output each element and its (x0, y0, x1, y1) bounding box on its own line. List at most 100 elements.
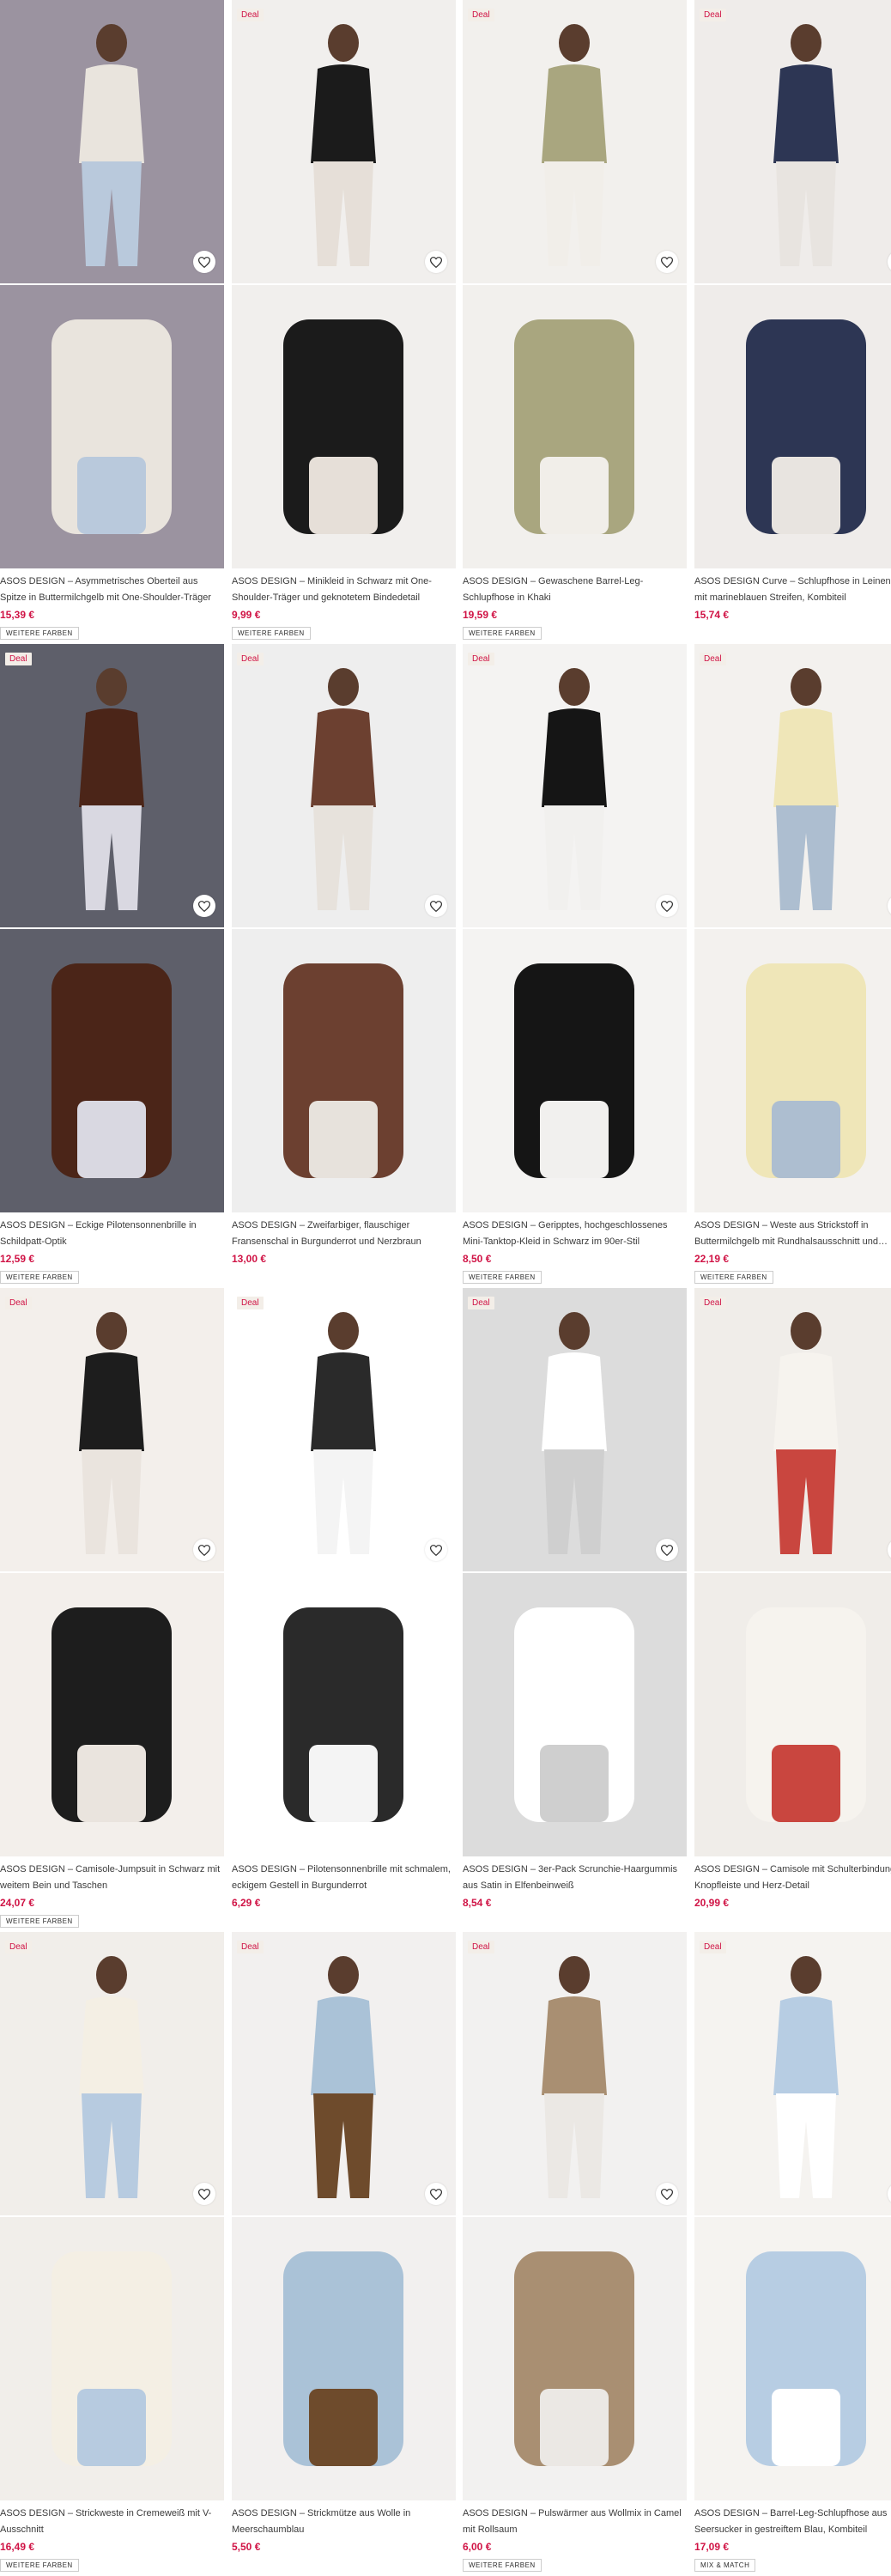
product-image-alt[interactable] (694, 2217, 891, 2500)
product-photo (694, 1288, 891, 1571)
deal-badge: Deal (700, 1941, 726, 1953)
product-card[interactable]: Deal ASOS DESIGN – Eckige Pilotensonnenbr… (0, 644, 224, 1284)
product-image[interactable]: Deal (232, 1288, 456, 1571)
product-image-alt[interactable] (232, 929, 456, 1212)
product-tag[interactable]: WEITERE FARBEN (0, 1271, 79, 1284)
product-title[interactable]: ASOS DESIGN – Camisole-Jumpsuit in Schwa… (0, 1862, 221, 1894)
product-card[interactable]: Deal ASOS DESIGN – Strickmütze aus Wolle … (232, 1932, 456, 2567)
product-image-alt[interactable] (232, 285, 456, 568)
product-card[interactable]: Deal ASOS DESIGN – Geripptes, hochgeschlo… (463, 644, 687, 1284)
product-image-alt[interactable] (694, 285, 891, 568)
product-card[interactable]: ASOS DESIGN – Asymmetrisches Oberteil au… (0, 0, 224, 640)
product-title[interactable]: ASOS DESIGN – Zweifarbiger, flauschiger … (232, 1218, 453, 1250)
deal-badge: Deal (468, 9, 494, 21)
product-tag[interactable]: WEITERE FARBEN (463, 627, 542, 640)
product-tag[interactable]: WEITERE FARBEN (463, 1271, 542, 1284)
product-image[interactable]: Deal (694, 1932, 891, 2215)
product-price: 5,50 € (232, 2541, 261, 2553)
product-image-alt[interactable] (0, 285, 224, 568)
save-for-later-button[interactable] (193, 1539, 215, 1561)
heart-icon (661, 1544, 673, 1556)
product-image-alt[interactable] (232, 1573, 456, 1856)
product-image[interactable]: Deal (232, 0, 456, 283)
product-card[interactable]: Deal ASOS DESIGN – Weste aus Strickstoff … (694, 644, 891, 1284)
product-title[interactable]: ASOS DESIGN – Camisole mit Schulterbindu… (694, 1862, 891, 1894)
product-tag[interactable]: WEITERE FARBEN (0, 627, 79, 640)
product-title[interactable]: ASOS DESIGN – Strickweste in Cremeweiß m… (0, 2506, 221, 2538)
product-title[interactable]: ASOS DESIGN – 3er-Pack Scrunchie-Haargum… (463, 1862, 684, 1894)
product-title[interactable]: ASOS DESIGN – Pulswärmer aus Wollmix in … (463, 2506, 684, 2538)
product-card[interactable]: Deal ASOS DESIGN – Strickweste in Cremewe… (0, 1932, 224, 2572)
product-image[interactable]: Deal (694, 0, 891, 283)
save-for-later-button[interactable] (193, 895, 215, 917)
product-image-alt[interactable] (0, 1573, 224, 1856)
product-card[interactable]: Deal ASOS DESIGN – Camisole mit Schulterb… (694, 1288, 891, 1923)
save-for-later-button[interactable] (656, 1539, 678, 1561)
product-title[interactable]: ASOS DESIGN – Weste aus Strickstoff in B… (694, 1218, 891, 1250)
save-for-later-button[interactable] (656, 2183, 678, 2205)
product-image-alt[interactable] (463, 285, 687, 568)
product-image-alt[interactable] (0, 2217, 224, 2500)
product-image[interactable]: Deal (463, 1932, 687, 2215)
product-card[interactable]: Deal ASOS DESIGN – Pilotensonnenbrille mi… (232, 1288, 456, 1923)
product-title[interactable]: ASOS DESIGN – Asymmetrisches Oberteil au… (0, 574, 221, 606)
product-card[interactable]: Deal ASOS DESIGN Curve – Schlupfhose in L… (694, 0, 891, 635)
product-title[interactable]: ASOS DESIGN – Pilotensonnenbrille mit sc… (232, 1862, 453, 1894)
product-tag[interactable]: MIX & MATCH (694, 2559, 756, 2572)
save-for-later-button[interactable] (425, 2183, 447, 2205)
product-title[interactable]: ASOS DESIGN – Strickmütze aus Wolle in M… (232, 2506, 453, 2538)
product-card[interactable]: Deal ASOS DESIGN – 3er-Pack Scrunchie-Haa… (463, 1288, 687, 1923)
product-card[interactable]: Deal ASOS DESIGN – Gewaschene Barrel-Leg-… (463, 0, 687, 640)
product-image[interactable]: Deal (463, 644, 687, 927)
product-image[interactable]: Deal (694, 644, 891, 927)
deal-badge: Deal (700, 1297, 726, 1309)
save-for-later-button[interactable] (425, 895, 447, 917)
product-card[interactable]: Deal ASOS DESIGN – Barrel-Leg-Schlupfhose… (694, 1932, 891, 2572)
product-card[interactable]: Deal ASOS DESIGN – Camisole-Jumpsuit in S… (0, 1288, 224, 1928)
heart-icon (661, 2188, 673, 2200)
save-for-later-button[interactable] (425, 1539, 447, 1561)
product-image[interactable]: Deal (0, 644, 224, 927)
product-image-alt[interactable] (694, 929, 891, 1212)
product-price: 6,29 € (232, 1897, 261, 1909)
deal-badge: Deal (468, 653, 494, 665)
product-tag[interactable]: WEITERE FARBEN (463, 2559, 542, 2572)
product-image-alt[interactable] (463, 929, 687, 1212)
save-for-later-button[interactable] (656, 251, 678, 273)
save-for-later-button[interactable] (656, 895, 678, 917)
product-image[interactable] (0, 0, 224, 283)
product-tag[interactable]: WEITERE FARBEN (232, 627, 311, 640)
product-title[interactable]: ASOS DESIGN – Gewaschene Barrel-Leg-Schl… (463, 574, 684, 606)
product-title[interactable]: ASOS DESIGN – Eckige Pilotensonnenbrille… (0, 1218, 221, 1250)
product-image-alt[interactable] (463, 2217, 687, 2500)
product-price: 16,49 € (0, 2541, 35, 2553)
product-card[interactable]: Deal ASOS DESIGN – Minikleid in Schwarz m… (232, 0, 456, 640)
product-image[interactable]: Deal (232, 1932, 456, 2215)
product-card[interactable]: Deal ASOS DESIGN – Zweifarbiger, flauschi… (232, 644, 456, 1279)
save-for-later-button[interactable] (193, 251, 215, 273)
product-image[interactable]: Deal (0, 1288, 224, 1571)
product-tag[interactable]: WEITERE FARBEN (0, 2559, 79, 2572)
save-for-later-button[interactable] (193, 2183, 215, 2205)
product-photo (232, 285, 456, 568)
product-image[interactable]: Deal (694, 1288, 891, 1571)
product-photo (0, 2217, 224, 2500)
product-card[interactable]: Deal ASOS DESIGN – Pulswärmer aus Wollmix… (463, 1932, 687, 2572)
product-photo (463, 644, 687, 927)
product-photo (232, 929, 456, 1212)
product-title[interactable]: ASOS DESIGN – Geripptes, hochgeschlossen… (463, 1218, 684, 1250)
product-title[interactable]: ASOS DESIGN – Barrel-Leg-Schlupfhose aus… (694, 2506, 891, 2538)
product-image[interactable]: Deal (0, 1932, 224, 2215)
product-tag[interactable]: WEITERE FARBEN (0, 1915, 79, 1928)
product-image-alt[interactable] (694, 1573, 891, 1856)
product-image-alt[interactable] (463, 1573, 687, 1856)
product-title[interactable]: ASOS DESIGN – Minikleid in Schwarz mit O… (232, 574, 453, 606)
product-image-alt[interactable] (0, 929, 224, 1212)
product-tag[interactable]: WEITERE FARBEN (694, 1271, 773, 1284)
product-title[interactable]: ASOS DESIGN Curve – Schlupfhose in Leine… (694, 574, 891, 606)
product-image[interactable]: Deal (463, 1288, 687, 1571)
product-image[interactable]: Deal (463, 0, 687, 283)
product-image[interactable]: Deal (232, 644, 456, 927)
save-for-later-button[interactable] (425, 251, 447, 273)
product-image-alt[interactable] (232, 2217, 456, 2500)
